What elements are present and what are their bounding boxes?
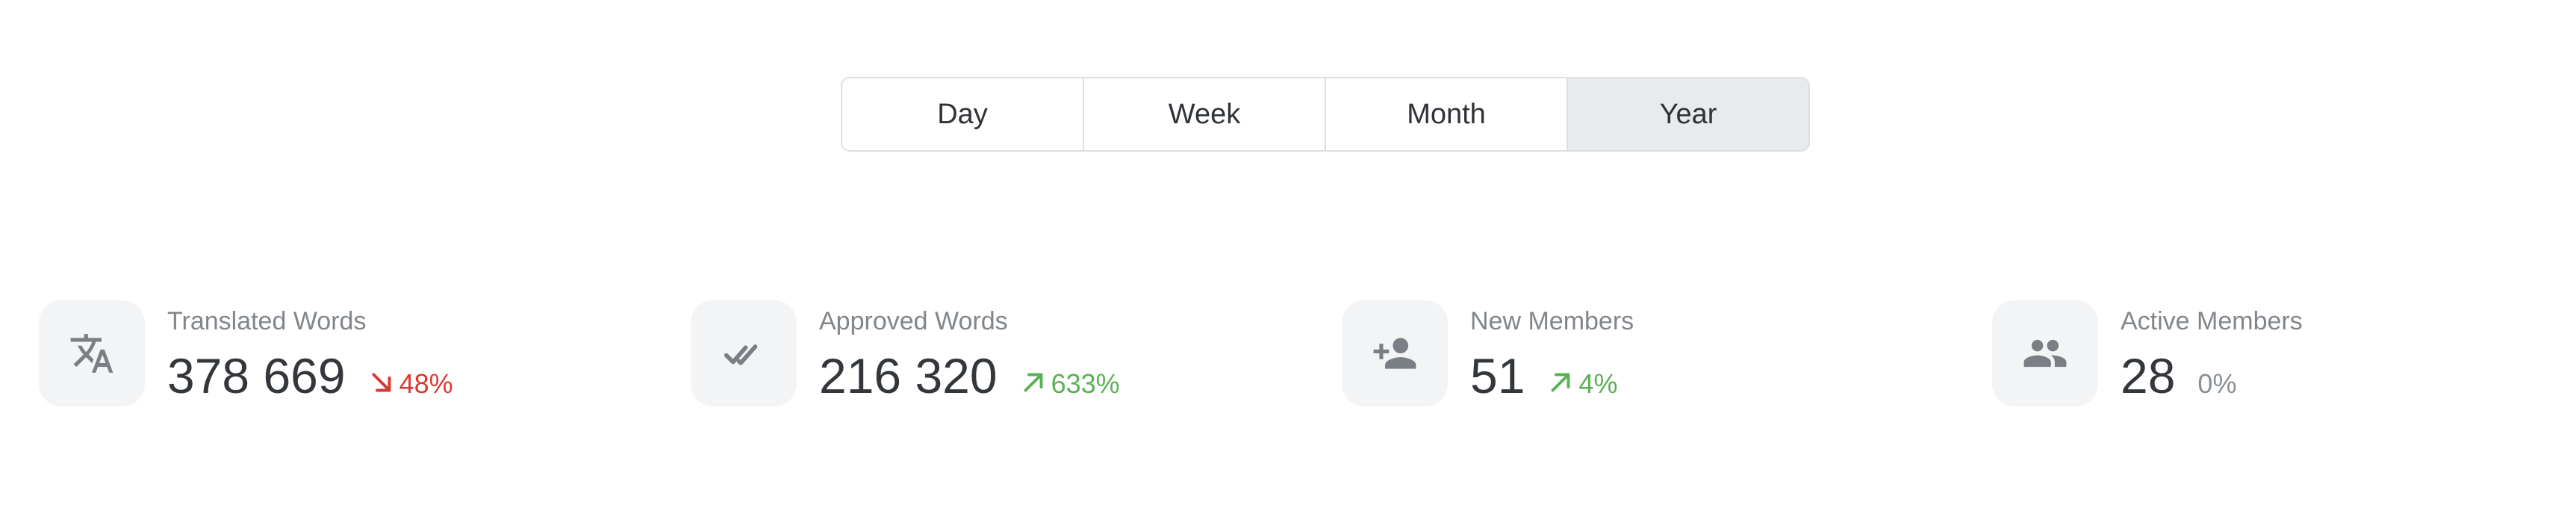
stat-change: 633% [1020, 366, 1120, 400]
person-add-icon [1373, 338, 1416, 369]
stat-value: 216 320 [819, 348, 998, 403]
stat-change-value: 633% [1051, 368, 1120, 399]
stat-change-value: 0% [2197, 368, 2237, 399]
period-year-button[interactable]: Year [1568, 78, 1808, 150]
stat-change-value: 48% [399, 368, 453, 399]
people-icon [2023, 339, 2067, 368]
stat-active-members: Active Members 28 0% [1992, 300, 2303, 409]
double-check-icon [724, 344, 758, 365]
stat-icon-container [1342, 300, 1448, 406]
stat-label: Active Members [2121, 307, 2303, 335]
stat-label: Approved Words [819, 307, 1008, 335]
stat-translated-words: Translated Words 378 669 48% [39, 300, 453, 409]
stat-change: 0% [2197, 368, 2236, 400]
stat-value: 378 669 [167, 348, 346, 403]
stat-approved-words: Approved Words 216 320 633% [691, 300, 1120, 409]
stat-change: 48% [368, 366, 453, 400]
period-day-button[interactable]: Day [842, 78, 1084, 150]
period-week-button[interactable]: Week [1084, 78, 1326, 150]
stat-new-members: New Members 51 4% [1342, 300, 1634, 409]
stat-value: 51 [1470, 348, 1525, 403]
stat-icon-container [39, 300, 145, 406]
period-selector: Day Week Month Year [841, 77, 1810, 152]
stat-icon-container [1992, 300, 2098, 406]
stat-label: Translated Words [167, 307, 367, 335]
stat-label: New Members [1470, 307, 1634, 335]
stat-value: 28 [2121, 348, 2176, 403]
translate-icon [70, 334, 113, 373]
period-month-button[interactable]: Month [1326, 78, 1568, 150]
trend-down-icon [372, 373, 391, 392]
trend-up-icon [1024, 373, 1043, 392]
stat-change-value: 4% [1578, 368, 1618, 399]
stat-change: 4% [1547, 366, 1617, 400]
stat-icon-container [691, 300, 797, 406]
trend-up-icon [1551, 373, 1570, 392]
